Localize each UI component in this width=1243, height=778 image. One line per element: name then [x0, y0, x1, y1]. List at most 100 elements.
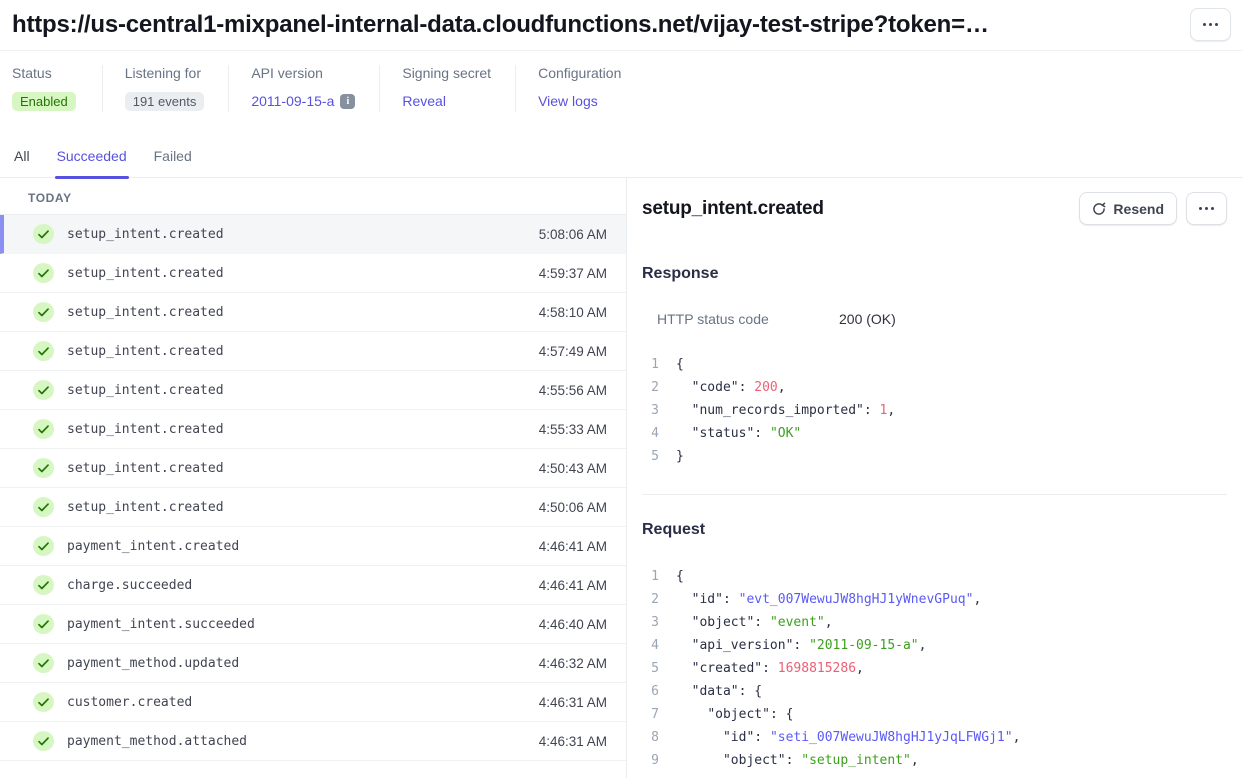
meta-link-view-logs[interactable]: View logs	[538, 93, 598, 109]
event-time: 4:59:37 AM	[539, 266, 607, 281]
code-line: 2 "code": 200,	[642, 376, 1227, 399]
tab-failed[interactable]: Failed	[154, 148, 192, 177]
code-text: ,	[973, 592, 981, 607]
event-row[interactable]: setup_intent.created4:59:37 AM	[0, 254, 626, 293]
event-name: setup_intent.created	[67, 461, 539, 476]
event-row[interactable]: payment_method.attached4:46:31 AM	[0, 722, 626, 761]
endpoint-url-title: https://us-central1-mixpanel-internal-da…	[12, 11, 989, 39]
detail-overflow-button[interactable]	[1186, 192, 1227, 225]
code-text	[676, 592, 692, 607]
code-id-link[interactable]: "evt_007WewuJW8hgHJ1yWnevGPuq"	[739, 592, 974, 607]
code-text: :	[786, 753, 802, 768]
event-time: 4:55:56 AM	[539, 383, 607, 398]
event-row[interactable]: payment_method.updated4:46:32 AM	[0, 644, 626, 683]
code-text: "api_version"	[692, 638, 794, 653]
header-overflow-button[interactable]	[1190, 8, 1231, 41]
code-string: "2011-09-15-a"	[809, 638, 919, 653]
event-row[interactable]: setup_intent.created4:57:49 AM	[0, 332, 626, 371]
code-text: : {	[739, 684, 762, 699]
success-check-icon	[33, 224, 54, 244]
code-text: ,	[887, 403, 895, 418]
meta-value: Reveal	[402, 90, 491, 112]
event-time: 4:46:40 AM	[539, 617, 607, 632]
event-name: payment_method.updated	[67, 656, 539, 671]
code-content: "code": 200,	[676, 376, 786, 399]
code-content: "api_version": "2011-09-15-a",	[676, 634, 926, 657]
meta-label: Listening for	[125, 65, 205, 81]
code-text: :	[754, 426, 770, 441]
event-name: setup_intent.created	[67, 227, 539, 242]
meta-row: StatusEnabledListening for191 eventsAPI …	[0, 51, 1243, 112]
code-text: "num_records_imported"	[692, 403, 864, 418]
code-content: "created": 1698815286,	[676, 657, 864, 680]
code-text	[676, 403, 692, 418]
event-row[interactable]: setup_intent.created5:08:06 AM	[0, 215, 626, 254]
event-row[interactable]: setup_intent.created4:55:33 AM	[0, 410, 626, 449]
meta-label: API version	[251, 65, 355, 81]
event-time: 4:57:49 AM	[539, 344, 607, 359]
code-text: ,	[856, 661, 864, 676]
code-text: {	[676, 569, 684, 584]
code-text	[676, 730, 723, 745]
success-check-icon	[33, 575, 54, 595]
meta-label: Configuration	[538, 65, 621, 81]
code-text	[676, 707, 707, 722]
line-number: 4	[645, 422, 659, 445]
meta-item-configuration: Configuration View logs	[515, 65, 645, 112]
event-row[interactable]: setup_intent.created4:50:43 AM	[0, 449, 626, 488]
event-row[interactable]: payment_intent.succeeded4:46:40 AM	[0, 605, 626, 644]
code-line: 6 "data": {	[642, 680, 1227, 703]
line-number: 5	[645, 445, 659, 468]
meta-link-2011-09-15-a[interactable]: 2011-09-15-a	[251, 93, 334, 109]
section-divider	[642, 494, 1227, 495]
event-name: payment_intent.created	[67, 539, 539, 554]
http-status-row: HTTP status code 200 (OK)	[642, 311, 1227, 327]
success-check-icon	[33, 731, 54, 751]
event-row[interactable]: setup_intent.created4:50:06 AM	[0, 488, 626, 527]
line-number: 5	[645, 657, 659, 680]
event-time: 4:46:31 AM	[539, 695, 607, 710]
success-check-icon	[33, 536, 54, 556]
code-text: :	[754, 730, 770, 745]
event-name: setup_intent.created	[67, 422, 539, 437]
code-line: 3 "object": "event",	[642, 611, 1227, 634]
code-content: "data": {	[676, 680, 762, 703]
code-content: "object": "setup_intent",	[676, 749, 919, 772]
code-number: 1698815286	[778, 661, 856, 676]
http-status-label: HTTP status code	[657, 311, 839, 327]
code-text: "created"	[692, 661, 762, 676]
line-number: 2	[645, 376, 659, 399]
event-row[interactable]: payment_intent.created4:46:41 AM	[0, 527, 626, 566]
event-name: payment_method.attached	[67, 734, 539, 749]
event-row[interactable]: setup_intent.created4:55:56 AM	[0, 371, 626, 410]
code-text	[676, 753, 723, 768]
code-text: :	[723, 592, 739, 607]
code-line: 5 "created": 1698815286,	[642, 657, 1227, 680]
event-row[interactable]: customer.created4:46:31 AM	[0, 683, 626, 722]
code-text	[676, 661, 692, 676]
code-text: {	[676, 357, 684, 372]
line-number: 1	[645, 353, 659, 376]
code-text: :	[739, 380, 755, 395]
code-line: 1{	[642, 353, 1227, 376]
tab-succeeded[interactable]: Succeeded	[57, 148, 127, 177]
code-string: "OK"	[770, 426, 801, 441]
resend-button[interactable]: Resend	[1079, 192, 1177, 225]
code-content: "status": "OK"	[676, 422, 801, 445]
success-check-icon	[33, 419, 54, 439]
code-line: 9 "object": "setup_intent",	[642, 749, 1227, 772]
success-check-icon	[33, 458, 54, 478]
event-name: customer.created	[67, 695, 539, 710]
code-text: ,	[825, 615, 833, 630]
line-number: 3	[645, 611, 659, 634]
code-id-link[interactable]: "seti_007WewuJW8hgHJ1yJqLFWGj1"	[770, 730, 1013, 745]
event-name: setup_intent.created	[67, 383, 539, 398]
tab-all[interactable]: All	[14, 148, 30, 177]
code-text: "code"	[692, 380, 739, 395]
event-row[interactable]: charge.succeeded4:46:41 AM	[0, 566, 626, 605]
meta-link-reveal[interactable]: Reveal	[402, 93, 446, 109]
code-text: "object"	[692, 615, 755, 630]
code-content: "num_records_imported": 1,	[676, 399, 895, 422]
event-row[interactable]: setup_intent.created4:58:10 AM	[0, 293, 626, 332]
event-time: 4:46:41 AM	[539, 539, 607, 554]
